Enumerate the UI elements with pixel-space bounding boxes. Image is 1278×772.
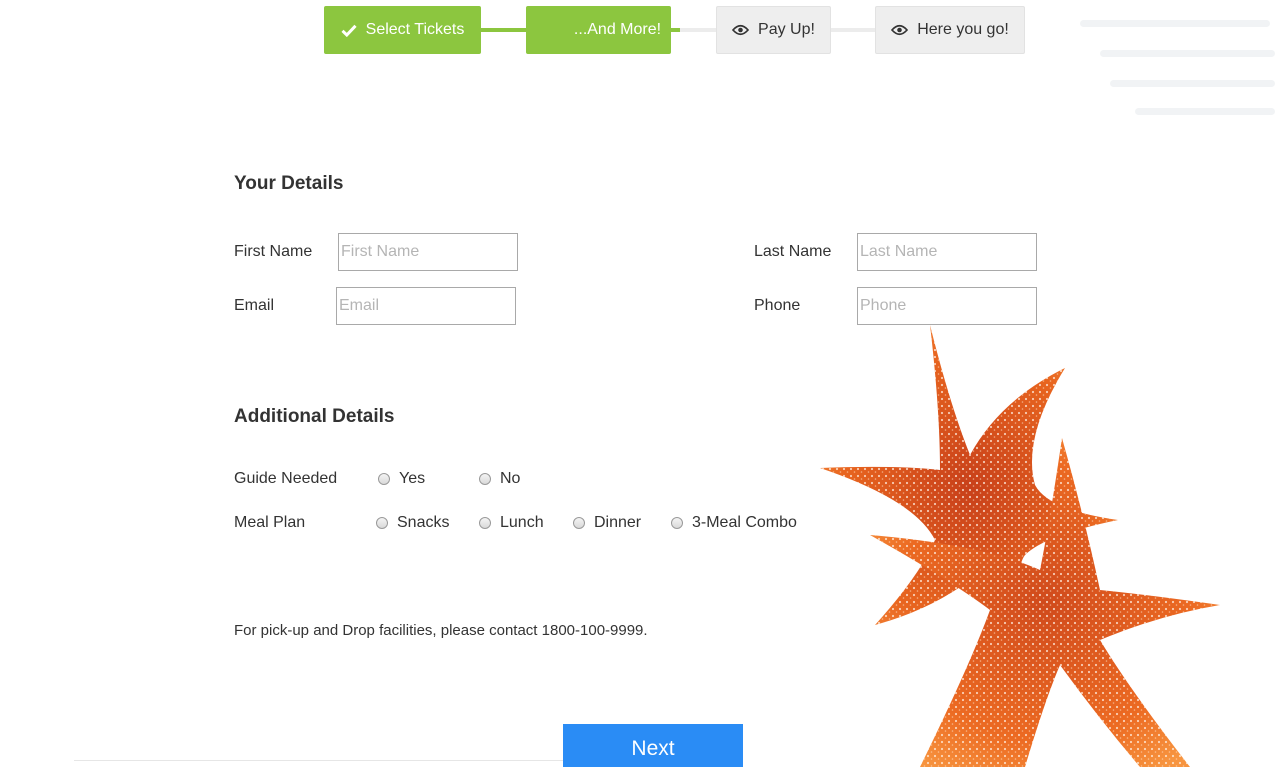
step-pay-up[interactable]: Pay Up! bbox=[716, 6, 831, 54]
email-field[interactable] bbox=[336, 287, 516, 325]
meal-snacks-radio[interactable]: Snacks bbox=[376, 514, 449, 532]
meal-lunch-radio[interactable]: Lunch bbox=[479, 514, 544, 532]
your-details-title: Your Details bbox=[234, 173, 344, 194]
step-connector bbox=[830, 28, 875, 32]
radio-button[interactable] bbox=[378, 473, 390, 485]
first-name-label: First Name bbox=[234, 243, 313, 260]
additional-details-title: Additional Details bbox=[234, 406, 395, 427]
radio-button[interactable] bbox=[479, 517, 491, 529]
radio-label: Dinner bbox=[594, 514, 642, 531]
radio-label: No bbox=[500, 470, 521, 487]
eye-icon bbox=[732, 24, 750, 36]
meal-dinner-radio[interactable]: Dinner bbox=[573, 514, 641, 532]
footer-divider bbox=[74, 760, 564, 761]
last-name-label: Last Name bbox=[754, 243, 832, 260]
radio-button[interactable] bbox=[671, 517, 683, 529]
guide-yes-radio[interactable]: Yes bbox=[378, 470, 425, 488]
meal-plan-label: Meal Plan bbox=[234, 514, 306, 531]
radio-button[interactable] bbox=[376, 517, 388, 529]
step-label: Pay Up! bbox=[758, 21, 815, 38]
step-connector bbox=[670, 28, 680, 32]
step-label: ...And More! bbox=[573, 21, 662, 38]
last-name-field[interactable] bbox=[857, 233, 1037, 271]
first-name-field[interactable] bbox=[338, 233, 518, 271]
email-label: Email bbox=[234, 297, 275, 314]
step-connector bbox=[480, 28, 526, 32]
guide-needed-label: Guide Needed bbox=[234, 470, 338, 487]
step-select-tickets[interactable]: Select Tickets bbox=[324, 6, 481, 54]
step-and-more[interactable]: ...And More! bbox=[526, 6, 671, 54]
phone-label: Phone bbox=[754, 297, 801, 314]
radio-label: 3-Meal Combo bbox=[692, 514, 797, 531]
step-label: Select Tickets bbox=[365, 21, 465, 38]
eye-icon bbox=[891, 24, 909, 36]
radio-button[interactable] bbox=[479, 473, 491, 485]
radio-label: Snacks bbox=[397, 514, 450, 531]
check-icon bbox=[341, 24, 357, 37]
radio-button[interactable] bbox=[573, 517, 585, 529]
step-here-you-go[interactable]: Here you go! bbox=[875, 6, 1025, 54]
step-label: Here you go! bbox=[917, 21, 1009, 38]
guide-no-radio[interactable]: No bbox=[479, 470, 520, 488]
step-connector bbox=[680, 28, 716, 32]
radio-label: Lunch bbox=[500, 514, 544, 531]
starfish-image bbox=[800, 320, 1240, 772]
next-button[interactable]: Next bbox=[563, 724, 743, 767]
pickup-note: For pick-up and Drop facilities, please … bbox=[234, 622, 648, 639]
radio-label: Yes bbox=[399, 470, 426, 487]
meal-combo-radio[interactable]: 3-Meal Combo bbox=[671, 514, 797, 532]
phone-field[interactable] bbox=[857, 287, 1037, 325]
